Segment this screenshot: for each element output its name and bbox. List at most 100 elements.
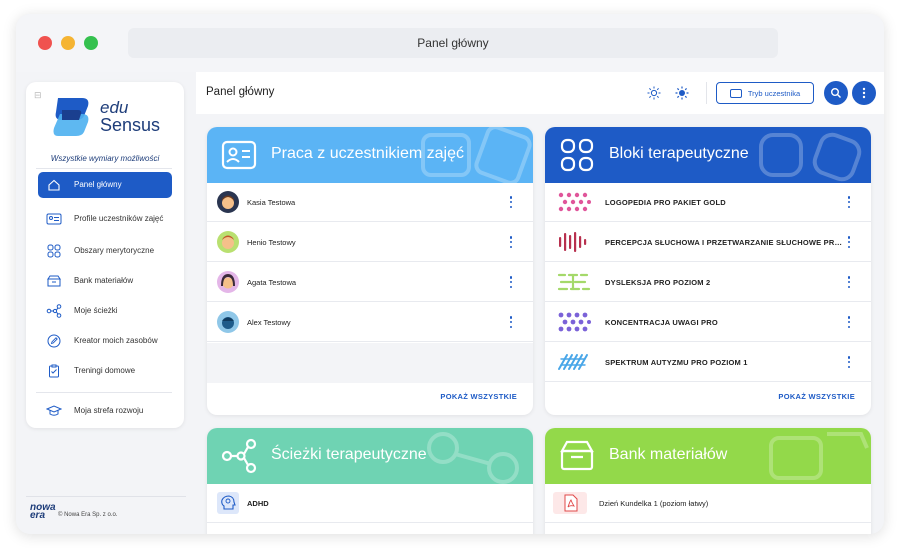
show-all-blocks-link[interactable]: POKAŻ WSZYSTKIE [778,392,855,401]
card-paths: Ścieżki terapeutyczne ADHD [207,428,533,534]
block-row[interactable]: LOGOPEDIA PRO PAKIET GOLD [545,183,871,222]
block-row[interactable]: DYSLEKSJA PRO POZIOM 2 [545,263,871,302]
sidebar-item-bank[interactable]: Bank materiałów [38,268,172,294]
participant-row[interactable]: Kasia Testowa [207,183,533,222]
participant-row[interactable]: Henio Testowy [207,223,533,262]
footer-divider [26,496,186,497]
decorative-pattern-icon [421,127,532,183]
pdf-file-icon [553,492,587,514]
block-name: SPEKTRUM AUTYZMU PRO POZIOM 1 [605,358,748,367]
row-menu-icon[interactable] [509,196,513,208]
percepcja-pattern-icon [559,232,587,252]
sidebar-item-panel-glowny[interactable]: Panel główny [38,172,172,198]
card-blocks-header[interactable]: Bloki terapeutyczne [545,127,871,183]
decorative-pattern-icon [427,432,519,484]
sidebar-item-profile[interactable]: Profile uczestników zajęć [38,204,172,234]
more-options-button[interactable] [852,81,876,105]
sidebar-item-strefa-rozwoju[interactable]: Moja strefa rozwoju [38,398,172,424]
material-name: Dzień Kundelka 1 (poziom łatwy) [599,499,709,508]
participant-name: Alex Testowy [247,318,291,327]
participant-mode-icon [729,88,742,98]
home-icon [44,175,64,195]
material-row[interactable]: Dzień Kundelka 1 (poziom łatwy) [545,484,871,523]
minimize-window-button[interactable] [61,36,75,50]
avatar-icon [217,191,239,213]
sidebar-item-kreator[interactable]: Kreator moich zasobów [38,328,172,354]
card-participants-header[interactable]: Praca z uczestnikiem zajęć [207,127,533,183]
window-title: Panel główny [128,28,778,58]
koncentracja-pattern-icon [558,312,591,332]
search-button[interactable] [824,81,848,105]
block-row[interactable]: PERCEPCJA SŁUCHOWA I PRZETWARZANIE SŁUCH… [545,223,871,262]
logo-tagline: Wszystkie wymiary możliwości [50,154,160,163]
id-card-icon [44,209,64,229]
participant-mode-label: Tryb uczestnika [747,88,801,98]
app-window: Panel główny ⊟ edu Sensus Wszystkie wymi… [16,14,884,534]
card-bank-header[interactable]: Bank materiałów [545,428,871,484]
participant-name: Henio Testowy [247,238,296,247]
row-menu-icon[interactable] [847,196,851,208]
participant-row[interactable]: Alex Testowy [207,303,533,342]
sidebar-item-label: Obszary merytoryczne [74,246,155,255]
collapse-sidebar-icon[interactable]: ⊟ [34,90,42,101]
sidebar-item-label: Kreator moich zasobów [74,336,158,345]
logo-text-sensus: Sensus [100,115,161,135]
decorative-pattern-icon [769,432,869,480]
box-icon [560,440,594,471]
nowa-era-logo-line-2: era [30,510,46,521]
kebab-menu-icon [862,87,866,99]
copyright-text: © Nowa Era Sp. z o.o. [58,512,118,518]
participant-name: Kasia Testowa [247,198,296,207]
participant-row[interactable]: Agata Testowa [207,263,533,302]
id-card-icon [221,140,257,170]
block-name: KONCENTRACJA UWAGI PRO [605,318,718,327]
sidebar-item-treningi[interactable]: Treningi domowe [38,358,172,384]
card-bank: Bank materiałów Dzień Kundelka 1 (poziom… [545,428,871,534]
sidebar-item-label: Panel główny [74,180,122,189]
graduation-cap-icon [44,401,64,421]
dark-theme-icon[interactable] [675,86,689,100]
brain-head-icon [217,492,239,514]
block-name: DYSLEKSJA PRO POZIOM 2 [605,278,711,287]
box-icon [44,271,64,291]
row-menu-icon[interactable] [509,236,513,248]
path-icon [44,301,64,321]
show-all-participants-link[interactable]: POKAŻ WSZYSTKIE [440,392,517,401]
edusensus-logo-icon [53,98,89,136]
page-title: Panel główny [206,86,275,98]
avatar-icon [217,231,239,253]
maximize-window-button[interactable] [84,36,98,50]
decorative-pattern-icon [759,132,862,182]
card-paths-header[interactable]: Ścieżki terapeutyczne [207,428,533,484]
pencil-icon [44,331,64,351]
app-content: ⊟ edu Sensus Wszystkie wymiary możliwośc… [16,72,884,534]
row-menu-icon[interactable] [847,236,851,248]
row-menu-icon[interactable] [847,276,851,288]
sidebar-item-sciezki[interactable]: Moje ścieżki [38,298,172,324]
clipboard-icon [44,361,64,381]
sidebar-item-label: Profile uczestników zajęć [74,214,164,223]
row-menu-icon[interactable] [509,316,513,328]
block-row[interactable]: KONCENTRACJA UWAGI PRO [545,303,871,342]
sidebar-item-label: Moje ścieżki [74,306,118,315]
close-window-button[interactable] [38,36,52,50]
row-menu-icon[interactable] [847,356,851,368]
path-row[interactable]: ADHD [207,484,533,523]
sidebar-item-label: Treningi domowe [74,366,136,375]
row-menu-icon[interactable] [509,276,513,288]
path-name: ADHD [247,499,269,508]
participant-mode-button[interactable]: Tryb uczestnika [716,82,814,104]
logopedia-pattern-icon [558,192,591,212]
nowa-era-logo: nowa era [30,503,56,521]
avatar-icon [217,271,239,293]
sidebar-divider [36,392,172,393]
card-bank-title: Bank materiałów [609,446,728,463]
row-menu-icon[interactable] [847,316,851,328]
light-theme-icon[interactable] [647,86,661,100]
sidebar: ⊟ edu Sensus Wszystkie wymiary możliwośc… [26,82,184,428]
block-row[interactable]: SPEKTRUM AUTYZMU PRO POZIOM 1 [545,343,871,382]
top-bar: Panel główny Tryb uczestnika [196,72,884,114]
empty-row-placeholder [207,343,533,383]
grid-icon [560,138,594,172]
sidebar-item-obszary[interactable]: Obszary merytoryczne [38,238,172,264]
